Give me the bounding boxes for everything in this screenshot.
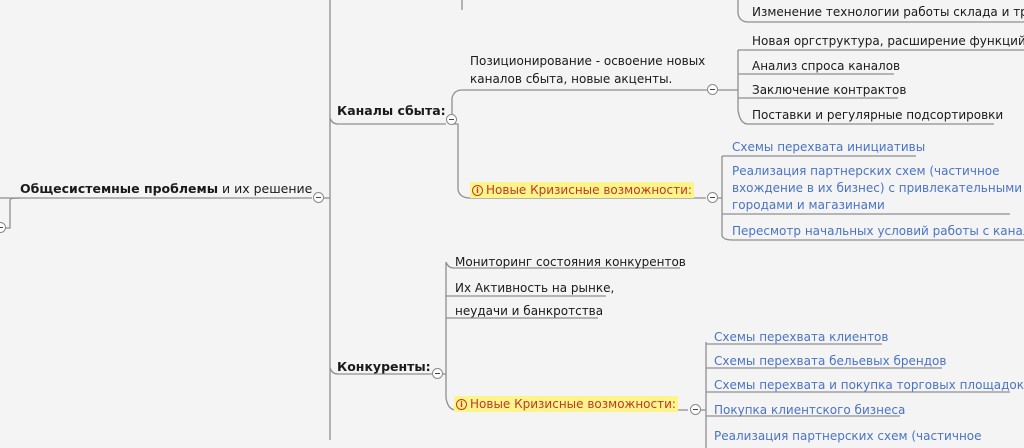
collapse-toggle-positioning[interactable] [707,84,718,95]
positioning-line-2: каналов сбыта, новые акценты. [470,72,673,86]
collapse-toggle-channels-crisis[interactable] [707,192,718,203]
channels-item[interactable]: Поставки и регулярные подсортировки [752,107,1003,123]
competitors-crisis-item[interactable]: Схемы перехвата бельевых брендов [714,353,946,369]
root-topic-bold: Общесистемные проблемы [20,181,218,196]
competitors-item[interactable]: Мониторинг состояния конкурентов [455,254,686,270]
channels-crisis-item-line: городами и магазинами [732,198,885,212]
channels-item[interactable]: Анализ спроса каналов [752,58,900,74]
channels-crisis-item-line: Реализация партнерских схем (частичное [732,164,1000,178]
channels-crisis-item-line: вхождение в их бизнес) с привлекательным… [732,181,1023,195]
channels-topic[interactable]: Каналы сбыта: [337,103,446,119]
competitors-crisis-item[interactable]: Реализация партнерских схем (частичное [714,428,982,444]
positioning-line-1: Позиционирование - освоение новых [470,54,706,68]
root-topic[interactable]: Общесистемные проблемы и их решение [20,181,312,197]
channels-item[interactable]: Заключение контрактов [752,82,906,98]
competitors-topic[interactable]: Конкуренты: [337,359,431,375]
channels-crisis-item[interactable]: Схемы перехвата инициативы [732,139,925,155]
competitors-crisis-item[interactable]: Схемы перехвата и покупка торговых площа… [714,377,1024,393]
channels-crisis-item[interactable]: Реализация партнерских схем (частичное в… [732,163,1022,214]
root-topic-rest: и их решение [218,181,313,196]
channels-crisis-topic[interactable]: i Новые Кризисные возможности: [470,182,694,198]
positioning-topic[interactable]: Позиционирование - освоение новых канало… [470,52,705,88]
channels-item[interactable]: Новая оргструктура, расширение функций д… [752,33,1024,49]
competitors-crisis-item[interactable]: Покупка клиентского бизнеса [714,402,905,418]
info-marker-icon: i [456,399,467,410]
collapse-toggle-channels[interactable] [446,114,457,125]
competitors-crisis-topic[interactable]: i Новые Кризисные возможности: [454,396,678,412]
collapse-toggle-competitors[interactable] [432,368,443,379]
channels-top-item[interactable]: Изменение технологии работы склада и тра… [752,4,1024,20]
competitors-item[interactable]: неудачи и банкротства [455,303,603,319]
channels-crisis-label: Новые Кризисные возможности: [486,183,692,197]
competitors-item[interactable]: Их Активность на рынке, [455,280,614,296]
collapse-toggle-root-main[interactable] [313,192,324,203]
competitors-crisis-item[interactable]: Схемы перехвата клиентов [714,329,888,345]
competitors-crisis-label: Новые Кризисные возможности: [470,397,676,411]
collapse-toggle-competitors-crisis[interactable] [690,404,701,415]
channels-crisis-item[interactable]: Пересмотр начальных условий работы с кан… [732,223,1024,239]
info-marker-icon: i [472,185,483,196]
